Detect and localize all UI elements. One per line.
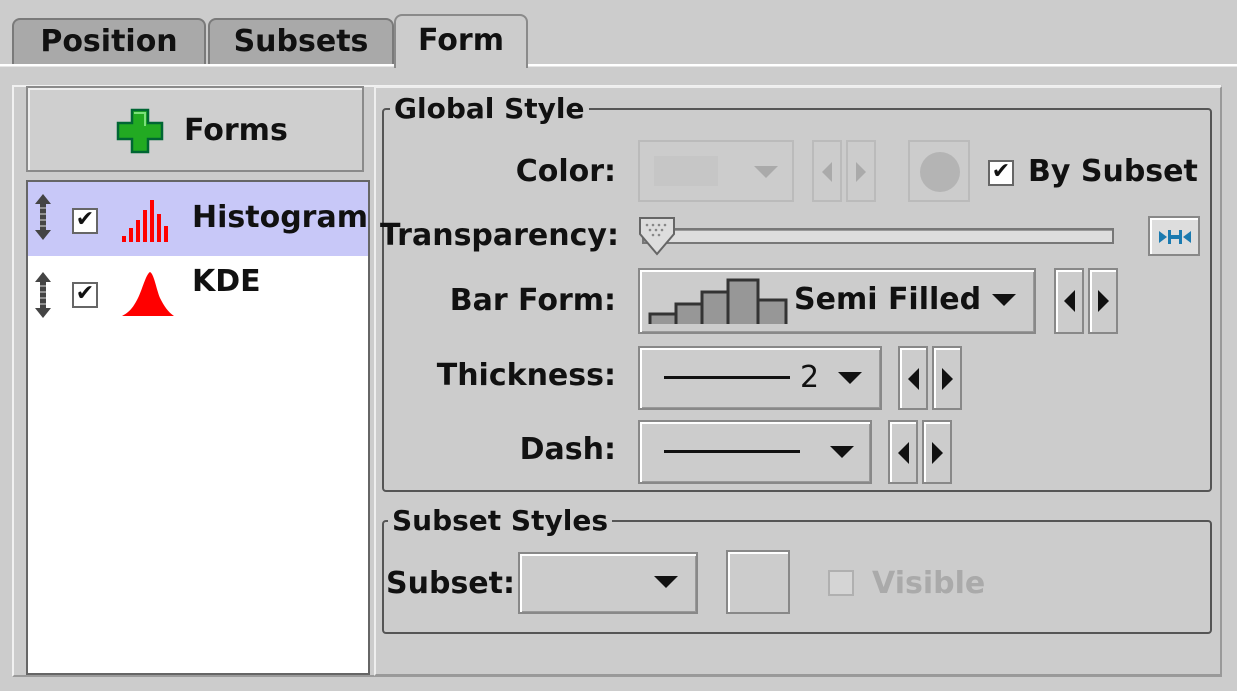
slider-thumb[interactable] xyxy=(638,216,678,258)
by-subset-checkbox[interactable]: ✔ xyxy=(988,160,1014,186)
color-next-button[interactable] xyxy=(846,140,876,202)
subset-label: Subset: xyxy=(386,566,515,601)
list-item-histogram[interactable]: ✔ Histogram xyxy=(28,182,368,256)
kde-label: KDE xyxy=(192,264,261,299)
thickness-value: 2 xyxy=(800,360,820,395)
slider-track xyxy=(642,228,1114,244)
thickness-label: Thickness: xyxy=(436,358,616,393)
drag-handle-icon[interactable] xyxy=(32,192,54,242)
color-dropdown[interactable] xyxy=(638,140,794,202)
tab-position-label: Position xyxy=(40,24,178,59)
chevron-down-icon xyxy=(830,446,854,458)
arrow-left-icon xyxy=(1064,290,1075,312)
tab-divider-shadow xyxy=(0,66,1237,67)
bar-form-next-button[interactable] xyxy=(1088,268,1118,334)
dash-next-button[interactable] xyxy=(922,420,952,484)
circle-icon xyxy=(920,152,960,192)
layer-list[interactable]: ✔ Histogram ✔ KDE xyxy=(26,180,370,675)
dash-sample xyxy=(664,450,800,453)
kde-icon xyxy=(122,272,174,316)
histogram-visible-checkbox[interactable]: ✔ xyxy=(72,208,98,234)
list-item-kde[interactable]: ✔ KDE xyxy=(28,260,368,334)
arrow-left-icon xyxy=(898,442,909,464)
chevron-down-icon xyxy=(838,372,862,384)
thickness-dropdown[interactable]: 2 xyxy=(638,346,882,410)
arrow-right-icon xyxy=(1098,290,1109,312)
tab-position[interactable]: Position xyxy=(12,18,206,64)
chevron-down-icon xyxy=(654,576,678,588)
transparency-label: Transparency: xyxy=(380,218,619,253)
forms-button-label: Forms xyxy=(184,113,288,148)
subset-styles-title: Subset Styles xyxy=(388,504,612,538)
dash-prev-button[interactable] xyxy=(888,420,918,484)
histogram-label: Histogram xyxy=(192,200,368,235)
plus-icon xyxy=(116,108,164,154)
add-form-button[interactable]: Forms xyxy=(26,86,364,172)
thickness-next-button[interactable] xyxy=(932,346,962,410)
histogram-icon xyxy=(122,200,168,242)
color-swatch xyxy=(654,156,718,186)
bar-form-dropdown[interactable]: Semi Filled xyxy=(638,268,1036,334)
dash-dropdown[interactable] xyxy=(638,420,872,484)
slider-lock-button[interactable] xyxy=(1148,216,1200,256)
lock-range-icon xyxy=(1159,230,1191,244)
subset-dropdown[interactable] xyxy=(518,552,698,614)
tab-form-label: Form xyxy=(418,23,504,58)
arrow-left-icon xyxy=(908,368,919,390)
arrow-right-icon xyxy=(856,162,866,182)
chevron-down-icon xyxy=(992,294,1016,306)
bar-form-value: Semi Filled xyxy=(794,282,982,317)
tab-subsets[interactable]: Subsets xyxy=(208,18,394,64)
by-subset-label: By Subset xyxy=(1028,154,1198,189)
color-label: Color: xyxy=(515,154,616,189)
transparency-slider[interactable] xyxy=(638,214,1118,264)
semi-filled-histogram-icon xyxy=(648,278,788,324)
line-sample xyxy=(664,376,790,379)
chevron-down-icon xyxy=(754,166,778,178)
bar-form-prev-button[interactable] xyxy=(1054,268,1084,334)
tab-subsets-label: Subsets xyxy=(233,24,369,59)
drag-handle-icon[interactable] xyxy=(32,270,54,320)
subset-color-button[interactable] xyxy=(726,550,790,614)
arrow-left-icon xyxy=(822,162,832,182)
thickness-prev-button[interactable] xyxy=(898,346,928,410)
arrow-right-icon xyxy=(932,442,943,464)
global-style-title: Global Style xyxy=(390,92,589,126)
color-picker-button[interactable] xyxy=(908,140,970,202)
visible-label: Visible xyxy=(872,566,986,601)
bar-form-label: Bar Form: xyxy=(449,283,616,318)
arrow-right-icon xyxy=(942,368,953,390)
dash-label: Dash: xyxy=(519,432,616,467)
visible-checkbox[interactable] xyxy=(828,570,854,596)
tab-form[interactable]: Form xyxy=(394,14,528,68)
kde-visible-checkbox[interactable]: ✔ xyxy=(72,282,98,308)
color-prev-button[interactable] xyxy=(812,140,842,202)
